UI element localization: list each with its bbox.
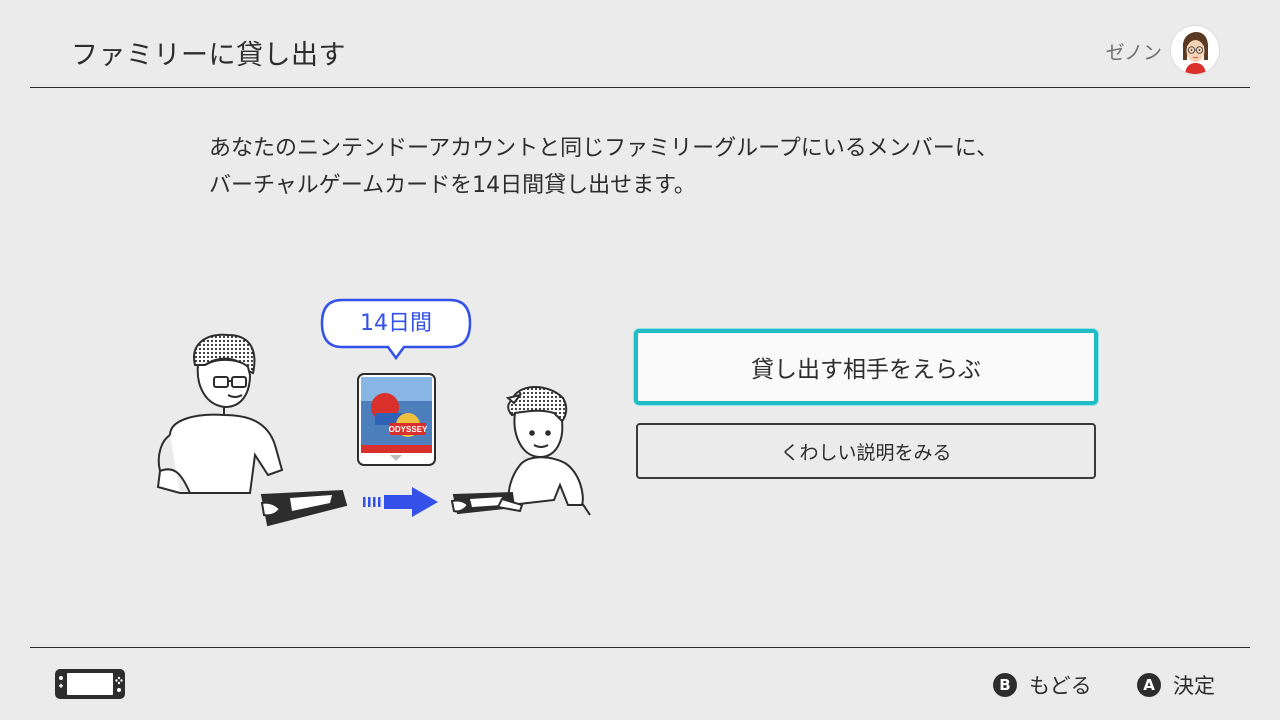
back-action[interactable]: B もどる (993, 670, 1092, 700)
user-name: ゼノン (1105, 42, 1162, 64)
header-divider (30, 87, 1250, 88)
svg-text:ODYSSEY: ODYSSEY (389, 425, 428, 434)
b-button-icon: B (993, 673, 1017, 697)
mii-avatar-icon (1171, 26, 1219, 74)
view-details-button[interactable]: くわしい説明をみる (636, 423, 1096, 479)
header: ファミリーに貸し出す ゼノン (0, 0, 1280, 88)
confirm-label: 決定 (1173, 674, 1215, 698)
child-console-icon (450, 491, 524, 515)
footer-divider (30, 647, 1250, 648)
transfer-arrow-icon (363, 487, 438, 517)
choose-partner-button[interactable]: 貸し出す相手をえらぶ (634, 329, 1098, 405)
back-label: もどる (1029, 674, 1092, 698)
description: あなたのニンテンドーアカウントと同じファミリーグループにいるメンバーに、 バーチ… (209, 130, 998, 204)
game-card-icon: ODYSSEY (357, 373, 436, 466)
a-button-icon: A (1137, 673, 1161, 697)
lending-illustration: ODYSSEY 14日間 (150, 295, 600, 535)
adult-console-icon (260, 489, 348, 527)
duration-label: 14日間 (360, 311, 432, 336)
confirm-action[interactable]: A 決定 (1137, 670, 1215, 700)
description-line-1: あなたのニンテンドーアカウントと同じファミリーグループにいるメンバーに、 (209, 136, 999, 161)
child-figure (505, 386, 591, 516)
adult-figure (156, 333, 284, 494)
avatar[interactable] (1171, 26, 1219, 74)
page-title: ファミリーに貸し出す (71, 40, 346, 71)
description-line-2: バーチャルゲームカードを14日間貸し出せます。 (209, 173, 696, 198)
console-handheld-icon (54, 668, 126, 700)
